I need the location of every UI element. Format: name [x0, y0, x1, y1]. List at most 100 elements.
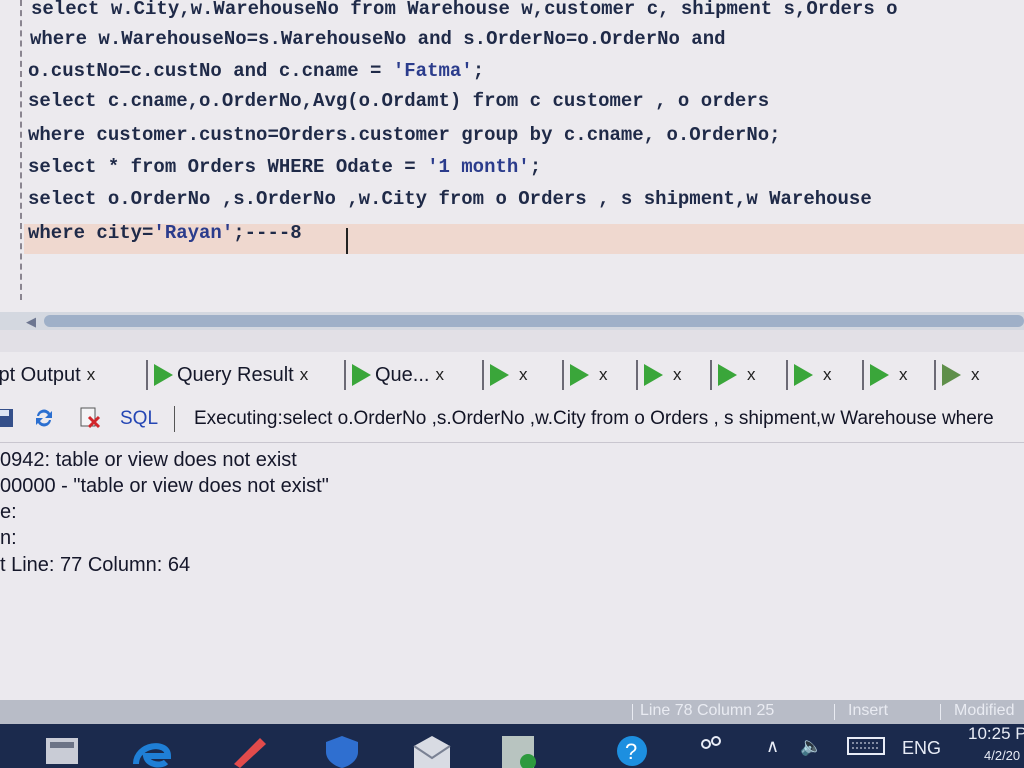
code-line[interactable]: select * from Orders WHERE Odate = '1 mo…: [28, 156, 541, 178]
close-tab-button[interactable]: x: [971, 365, 980, 385]
code-token: ;: [472, 60, 485, 82]
code-token: select w.City,w.WarehouseNo from Warehou…: [31, 0, 898, 20]
code-line[interactable]: o.custNo=c.custNo and c.cname = 'Fatma';: [28, 60, 484, 82]
code-line[interactable]: select c.cname,o.OrderNo,Avg(o.Ordamt) f…: [28, 90, 769, 112]
close-tab-button[interactable]: x: [823, 365, 832, 385]
windows-taskbar: ? ∧ 🔈 ENG 10:25 P 4/2/20: [0, 724, 1024, 768]
code-token: where w.WarehouseNo=s.WarehouseNo and s.…: [30, 28, 726, 50]
code-line[interactable]: where customer.custno=Orders.customer gr…: [28, 124, 781, 146]
code-token: o.custNo=c.custNo and c.cname =: [28, 60, 393, 82]
run-icon: [154, 364, 173, 386]
tab-separator: [710, 360, 712, 390]
tab-result[interactable]: x: [786, 352, 832, 398]
scrollbar-thumb[interactable]: [44, 315, 1024, 327]
tab-result[interactable]: x: [710, 352, 756, 398]
clock-date[interactable]: 4/2/20: [984, 748, 1020, 763]
code-token: select * from Orders WHERE Odate =: [28, 156, 428, 178]
output-tabs: ipt Output x Query Result x Que... x x x x x x x x: [0, 352, 1024, 398]
error-line: t Line: 77 Column: 64: [0, 554, 191, 576]
refresh-icon[interactable]: [32, 406, 56, 430]
error-line: e:: [0, 501, 17, 523]
code-line[interactable]: where city='Rayan';----8: [28, 222, 302, 244]
code-token: ;: [529, 156, 542, 178]
execution-status: Executing:select o.OrderNo ,s.OrderNo ,w…: [194, 408, 994, 429]
paint-icon[interactable]: [230, 734, 270, 768]
close-tab-button[interactable]: x: [519, 365, 528, 385]
tab-separator: [636, 360, 638, 390]
tab-separator: [482, 360, 484, 390]
tab-result[interactable]: x: [482, 352, 528, 398]
run-icon: [352, 364, 371, 386]
tab-result[interactable]: x: [862, 352, 908, 398]
cursor-position: Line 78 Column 25: [640, 702, 775, 719]
sql-editor[interactable]: select w.City,w.WarehouseNo from Warehou…: [0, 0, 1024, 312]
clear-icon[interactable]: [78, 406, 102, 430]
mail-icon[interactable]: [410, 734, 454, 768]
chevron-up-icon[interactable]: ∧: [766, 736, 779, 757]
tab-result[interactable]: x: [934, 352, 980, 398]
insert-mode: Insert: [848, 702, 889, 719]
error-line: 00000 - "table or view does not exist": [0, 475, 329, 497]
close-tab-button[interactable]: x: [899, 365, 908, 385]
language-indicator[interactable]: ENG: [902, 738, 941, 759]
output-toolbar: SQL Executing:select o.OrderNo ,s.OrderN…: [0, 398, 1024, 443]
status-divider: [940, 704, 941, 720]
code-line[interactable]: where w.WarehouseNo=s.WarehouseNo and s.…: [30, 28, 726, 50]
tab-separator: [786, 360, 788, 390]
close-tab-button[interactable]: x: [300, 365, 309, 385]
tab-separator: [562, 360, 564, 390]
volume-icon[interactable]: 🔈: [800, 736, 822, 757]
close-tab-button[interactable]: x: [599, 365, 608, 385]
text-cursor: [346, 228, 348, 254]
sql-developer-icon[interactable]: [498, 734, 542, 768]
status-divider: [834, 704, 835, 720]
run-icon: [718, 364, 737, 386]
calculator-icon[interactable]: [44, 734, 80, 764]
save-icon[interactable]: [0, 406, 16, 430]
run-error-icon: [942, 364, 961, 386]
clock-time[interactable]: 10:25 P: [968, 724, 1024, 744]
tab-separator: [862, 360, 864, 390]
horizontal-scrollbar[interactable]: ◀: [0, 312, 1024, 330]
close-tab-button[interactable]: x: [435, 365, 444, 385]
code-line[interactable]: select o.OrderNo ,s.OrderNo ,w.City from…: [28, 188, 872, 210]
code-token: ;----8: [233, 222, 302, 244]
tab-separator: [344, 360, 346, 390]
tab-label: ipt Output: [0, 363, 81, 386]
tab-result[interactable]: ipt Output x: [0, 352, 95, 398]
tab-separator: [934, 360, 936, 390]
code-token: where city=: [28, 222, 154, 244]
tab-result[interactable]: Query Result x: [146, 352, 308, 398]
tab-result[interactable]: x: [636, 352, 682, 398]
string-literal: 'Rayan': [153, 222, 234, 244]
people-icon[interactable]: [696, 734, 726, 762]
keyboard-icon[interactable]: [846, 734, 886, 758]
status-divider: [632, 704, 633, 720]
svg-text:?: ?: [625, 739, 637, 764]
help-icon[interactable]: ?: [612, 734, 652, 768]
close-tab-button[interactable]: x: [673, 365, 682, 385]
close-tab-button[interactable]: x: [747, 365, 756, 385]
error-line: 0942: table or view does not exist: [0, 449, 297, 471]
run-icon: [570, 364, 589, 386]
code-token: select c.cname,o.OrderNo,Avg(o.Ordamt) f…: [28, 90, 770, 112]
shield-icon[interactable]: [322, 734, 362, 768]
sql-button[interactable]: SQL: [120, 408, 158, 430]
run-icon: [794, 364, 813, 386]
script-output-panel: 0942: table or view does not exist 00000…: [0, 443, 1024, 700]
scroll-left-icon[interactable]: ◀: [26, 314, 36, 330]
tab-result[interactable]: x: [562, 352, 608, 398]
tab-result[interactable]: Que... x: [344, 352, 444, 398]
code-token: select o.OrderNo ,s.OrderNo ,w.City from…: [28, 188, 872, 210]
edge-icon[interactable]: [132, 734, 172, 768]
modified-state: Modified: [954, 702, 1015, 719]
string-literal: '1 month': [427, 156, 530, 178]
pane-splitter[interactable]: [0, 330, 1024, 353]
editor-gutter: [20, 0, 22, 300]
run-icon: [644, 364, 663, 386]
run-icon: [490, 364, 509, 386]
toolbar-divider: [174, 406, 175, 432]
editor-statusbar: Line 78 Column 25 Insert Modified: [0, 700, 1024, 724]
code-line[interactable]: select w.City,w.WarehouseNo from Warehou…: [31, 0, 898, 20]
close-tab-button[interactable]: x: [87, 365, 96, 385]
